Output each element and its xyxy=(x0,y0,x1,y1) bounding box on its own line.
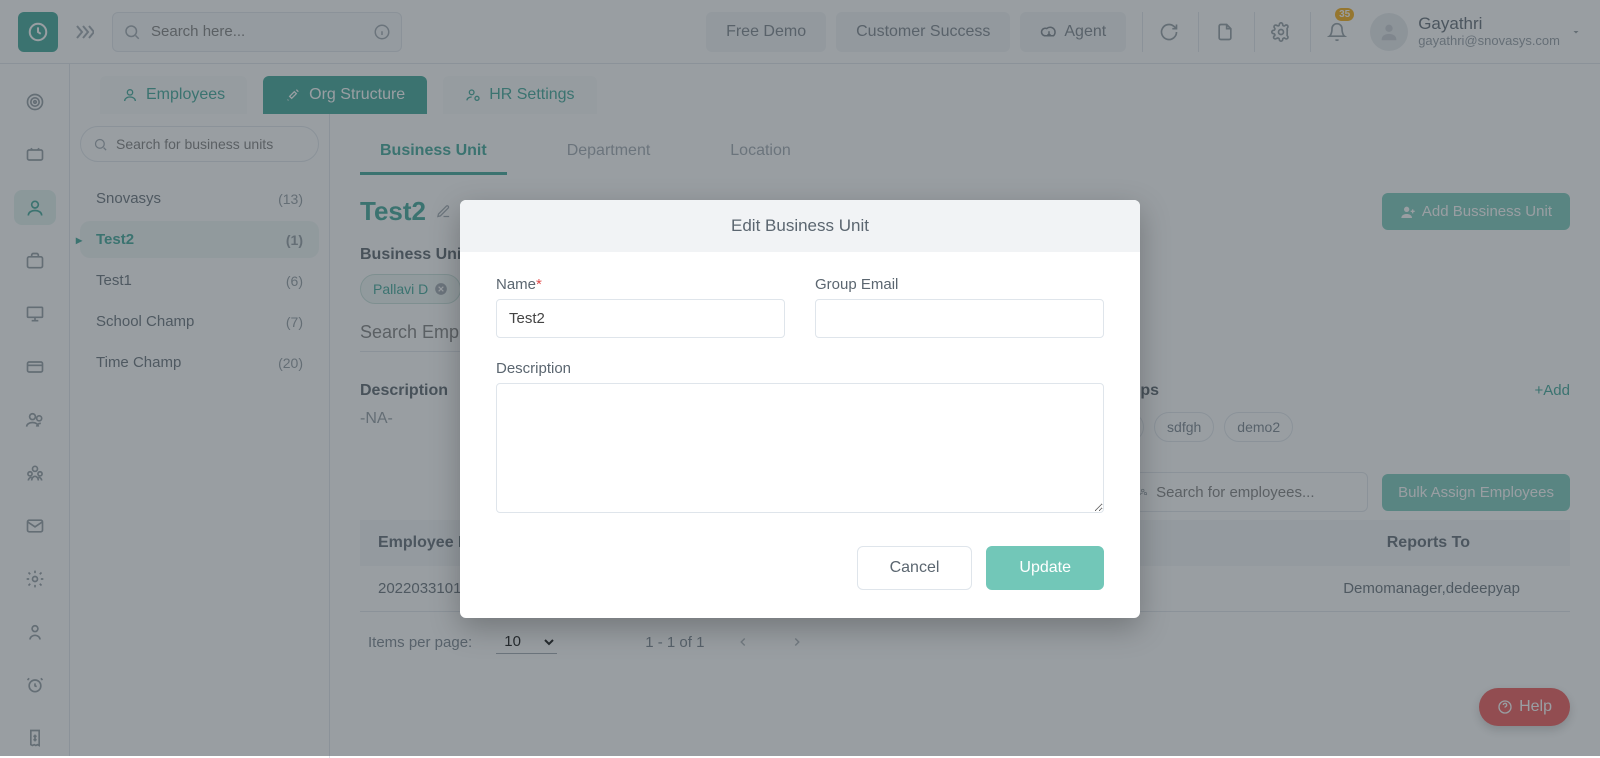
group-email-input[interactable] xyxy=(815,299,1104,338)
name-input[interactable] xyxy=(496,299,785,338)
group-email-label: Group Email xyxy=(815,276,1104,293)
description-textarea[interactable] xyxy=(496,383,1104,513)
update-button[interactable]: Update xyxy=(986,546,1104,590)
edit-business-unit-modal: Edit Business Unit Name* Group Email Des… xyxy=(460,200,1140,618)
cancel-button[interactable]: Cancel xyxy=(857,546,973,590)
modal-description-label: Description xyxy=(496,360,1104,377)
modal-overlay[interactable]: Edit Business Unit Name* Group Email Des… xyxy=(0,0,1600,756)
modal-title: Edit Business Unit xyxy=(460,200,1140,252)
name-label: Name* xyxy=(496,276,785,293)
